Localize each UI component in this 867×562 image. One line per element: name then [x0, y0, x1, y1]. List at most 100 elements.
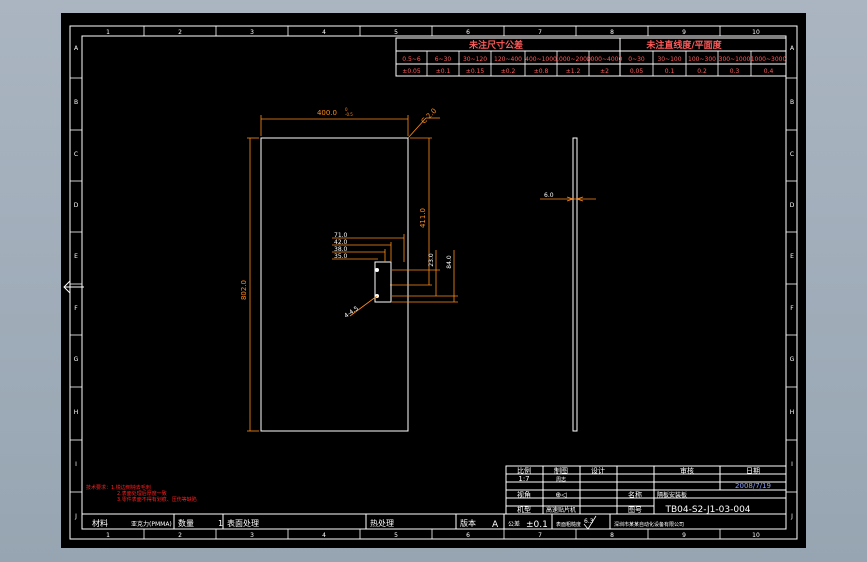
tol-left-value: ±2 — [600, 68, 609, 75]
tolerance-value: ±0.1 — [526, 520, 548, 530]
company-name: 深圳市某某自动化设备有限公司 — [614, 521, 684, 528]
frame-col-top-8: 8 — [610, 29, 614, 36]
frame-col-bottom-8: 8 — [610, 532, 614, 539]
dim-height: 802.0 — [240, 280, 248, 300]
frame-col-top-9: 9 — [682, 29, 686, 36]
view-symbol-icon: ⊕◁ — [555, 491, 567, 499]
tol-right-range: 300~1000 — [719, 56, 751, 63]
frame-row-left-H: H — [74, 409, 79, 416]
name-label: 名称 — [628, 490, 642, 499]
tol-right-value: 0.1 — [665, 68, 675, 75]
material-label: 材料 — [92, 518, 108, 528]
frame-row-left-J: J — [74, 513, 77, 520]
tolerance-label: 公差 — [508, 520, 520, 528]
date-value: 2008/7/19 — [735, 482, 771, 490]
heat-label: 热处理 — [370, 518, 394, 528]
frame-row-right-H: H — [790, 409, 795, 416]
frame-row-right-F: F — [790, 305, 794, 312]
frame-col-top-2: 2 — [178, 29, 182, 36]
note-line-3: 3.零件表面不得有划痕、压伤等缺陷 — [117, 496, 197, 503]
tol-left-value: ±0.1 — [436, 68, 451, 75]
dim-hole-v2: 84.0 — [446, 255, 453, 269]
frame-col-bottom-1: 1 — [106, 532, 110, 539]
review-label: 审核 — [680, 466, 694, 475]
dim-width: 400.0 — [317, 109, 337, 117]
frame-row-right-G: G — [790, 356, 795, 363]
version-label: 版本 — [460, 518, 476, 528]
dim-hole-d4: 35.0 — [334, 253, 348, 260]
frame-col-top-10: 10 — [752, 29, 760, 36]
cad-drawing-canvas[interactable]: 1 2 3 4 5 6 7 8 9 101 2 3 4 5 6 7 8 9 10A AB BC CD DE EF FG GH HI I… — [0, 0, 867, 562]
frame-col-bottom-5: 5 — [394, 532, 398, 539]
frame-col-top-3: 3 — [250, 29, 254, 36]
dim-hole-d1: 71.0 — [334, 232, 348, 239]
frame-row-right-I: I — [791, 461, 793, 468]
scale-value: 1:7 — [518, 475, 529, 483]
frame-row-right-B: B — [790, 99, 794, 106]
tol-right-value: 0.4 — [764, 68, 774, 75]
drawn-label: 制图 — [554, 466, 568, 475]
frame-col-bottom-6: 6 — [466, 532, 470, 539]
frame-row-left-E: E — [74, 253, 78, 260]
tol-right-value: 0.05 — [630, 68, 644, 75]
frame-col-bottom-4: 4 — [322, 532, 326, 539]
tol-right-range: 100~300 — [688, 56, 716, 63]
frame-row-left-C: C — [74, 151, 78, 158]
frame-col-top-1: 1 — [106, 29, 110, 36]
drawing-background — [61, 13, 806, 548]
tol-left-range: 0.5~6 — [402, 56, 421, 63]
frame-col-bottom-10: 10 — [752, 532, 760, 539]
tol-left-range: 1000~2000 — [555, 56, 591, 63]
frame-col-top-4: 4 — [322, 29, 326, 36]
tol-left-value: ±1.2 — [566, 68, 581, 75]
model-value: 高速贴片机 — [546, 506, 576, 514]
frame-col-top-5: 5 — [394, 29, 398, 36]
frame-row-left-I: I — [75, 461, 77, 468]
frame-col-bottom-3: 3 — [250, 532, 254, 539]
hole-top[interactable] — [375, 268, 379, 272]
scale-label: 比例 — [517, 466, 531, 475]
date-label: 日期 — [746, 467, 760, 475]
dim-width-tol-lower: -0.5 — [345, 112, 353, 117]
frame-row-left-G: G — [74, 356, 79, 363]
frame-col-bottom-7: 7 — [538, 532, 542, 539]
frame-col-top-7: 7 — [538, 29, 542, 36]
dim-hole-d3: 38.0 — [334, 246, 348, 253]
frame-row-right-C: C — [790, 151, 794, 158]
surface-label: 表面处理 — [227, 518, 259, 528]
frame-row-left-B: B — [74, 99, 78, 106]
roughness-label: 表面粗糙度 — [556, 521, 581, 528]
tol-left-value: ±0.05 — [402, 68, 421, 75]
frame-col-top-6: 6 — [466, 29, 470, 36]
tol-right-range: 1000~3000 — [751, 56, 787, 63]
drawn-value: 周志 — [556, 476, 566, 483]
frame-row-right-J: J — [790, 513, 793, 520]
tol-right-value: 0.2 — [697, 68, 707, 75]
view-label: 视角 — [517, 490, 531, 499]
tol-left-range: 30~120 — [463, 56, 487, 63]
tol-left-range: 400~1000 — [525, 56, 557, 63]
frame-col-bottom-9: 9 — [682, 532, 686, 539]
frame-row-left-F: F — [74, 305, 78, 312]
name-value: 隔板安装板 — [657, 491, 687, 499]
frame-row-right-E: E — [790, 253, 794, 260]
note-line-2: 2.表面处理后厚度一致 — [117, 490, 167, 497]
dim-thickness: 6.0 — [544, 192, 554, 199]
tol-left-value: ±0.2 — [501, 68, 516, 75]
tolerance-header-left: 未注尺寸公差 — [468, 39, 523, 51]
version-value: A — [492, 520, 499, 530]
tol-right-value: 0.3 — [730, 68, 740, 75]
dim-hole-v1: 23.0 — [428, 253, 435, 267]
frame-col-bottom-2: 2 — [178, 532, 182, 539]
frame-row-left-D: D — [74, 202, 79, 209]
tolerance-header-right: 未注直线度/平面度 — [645, 39, 722, 51]
drawing-no-label: 图号 — [628, 506, 642, 514]
frame-row-right-D: D — [790, 202, 795, 209]
tol-left-range: 6~30 — [435, 56, 452, 63]
tol-left-value: ±0.15 — [466, 68, 485, 75]
tol-left-range: 2000~4000 — [587, 56, 623, 63]
tol-right-range: 30~100 — [657, 56, 681, 63]
design-label: 设计 — [591, 466, 605, 475]
tol-right-range: 0~30 — [628, 56, 645, 63]
note-line-1: 技术要求：1.锐边倒钝去毛刺 — [86, 484, 151, 491]
